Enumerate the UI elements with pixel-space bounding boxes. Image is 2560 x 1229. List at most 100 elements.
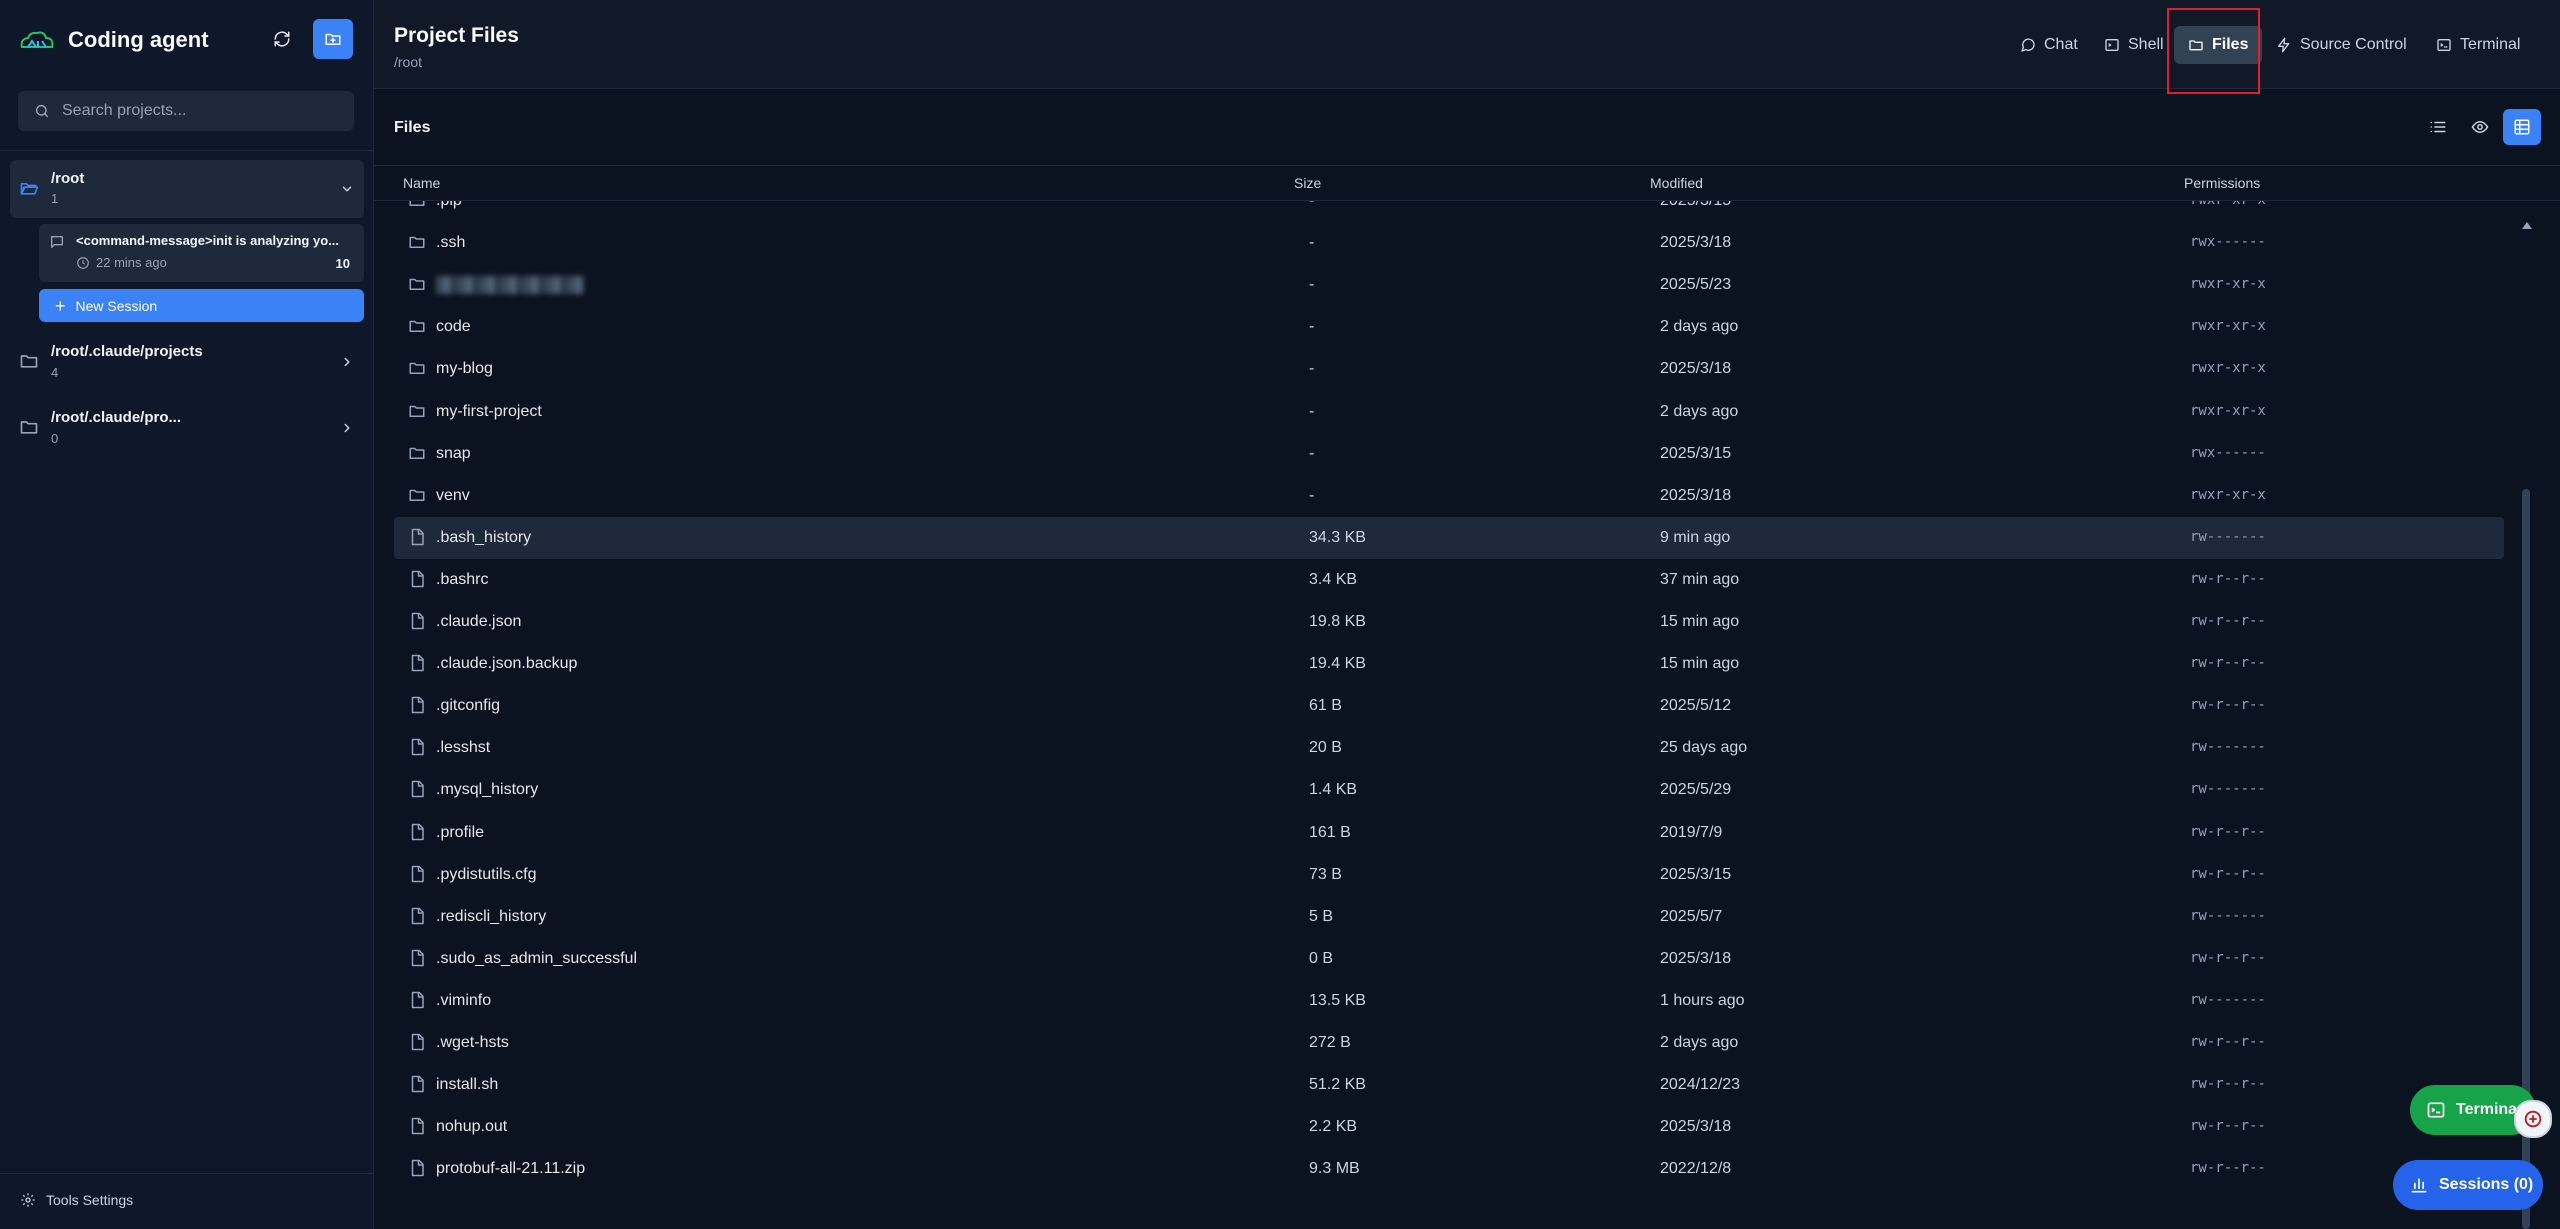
column-modified[interactable]: Modified — [1650, 175, 1703, 191]
table-header: Name Size Modified Permissions — [374, 166, 2560, 201]
redacted-name — [436, 276, 584, 295]
file-row[interactable]: .wget-hsts 272 B 2 days ago rw-r--r-- — [394, 1022, 2504, 1064]
folder-row[interactable]: .ssh - 2025/3/18 rwx------ — [394, 222, 2504, 264]
file-size: - — [1309, 234, 1315, 252]
new-project-button[interactable] — [313, 19, 353, 59]
scroll-up-icon[interactable] — [2522, 222, 2532, 229]
chevron-right-icon — [344, 423, 350, 433]
file-row[interactable]: .profile 161 B 2019/7/9 rw-r--r-- — [394, 812, 2504, 854]
search-projects[interactable] — [18, 91, 354, 131]
file-modified: 2025/3/15 — [1660, 201, 1731, 210]
file-size: 161 B — [1309, 823, 1351, 841]
folder-row[interactable]: my-blog - 2025/3/18 rwxr-xr-x — [394, 348, 2504, 390]
project-claude-projects[interactable]: /root/.claude/projects 4 — [10, 334, 364, 390]
file-permissions: rwxr-xr-x — [2190, 201, 2266, 208]
folder-plus-icon — [325, 33, 341, 45]
file-permissions: rw-r--r-- — [2190, 655, 2266, 672]
file-row[interactable]: .lesshst 20 B 25 days ago rw------- — [394, 727, 2504, 769]
folder-row[interactable]: my-first-project - 2 days ago rwxr-xr-x — [394, 391, 2504, 433]
clock-icon — [77, 256, 89, 269]
file-name: venv — [436, 486, 470, 504]
tab-chat[interactable]: Chat — [2016, 26, 2082, 64]
file-permissions: rw------- — [2190, 739, 2266, 756]
terminal-icon — [2427, 1102, 2445, 1118]
file-row[interactable]: install.sh 51.2 KB 2024/12/23 rw-r--r-- — [394, 1064, 2504, 1106]
file-icon — [408, 1159, 426, 1182]
tab-shell[interactable]: Shell — [2100, 26, 2168, 64]
file-row[interactable]: .bashrc 3.4 KB 37 min ago rw-r--r-- — [394, 559, 2504, 601]
file-permissions: rw-r--r-- — [2190, 949, 2266, 966]
file-row[interactable]: nohup.out 2.2 KB 2025/3/18 rw-r--r-- — [394, 1106, 2504, 1148]
assistant-badge-icon[interactable] — [2514, 1100, 2552, 1138]
column-name[interactable]: Name — [403, 175, 440, 191]
tab-label: Chat — [2044, 36, 2078, 53]
file-permissions: rwx------ — [2190, 234, 2266, 251]
project-root[interactable]: /root 1 — [10, 160, 364, 218]
refresh-button[interactable] — [262, 19, 302, 59]
search-icon — [35, 104, 49, 118]
file-permissions: rw------- — [2190, 528, 2266, 545]
file-permissions: rw-r--r-- — [2190, 1076, 2266, 1093]
file-row[interactable]: .pydistutils.cfg 73 B 2025/3/15 rw-r--r-- — [394, 854, 2504, 896]
file-row[interactable]: .claude.json 19.8 KB 15 min ago rw-r--r-- — [394, 601, 2504, 643]
file-name: .rediscli_history — [436, 907, 547, 925]
tab-label: Terminal — [2460, 36, 2521, 53]
folder-row[interactable]: code - 2 days ago rwxr-xr-x — [394, 306, 2504, 348]
list-view-button[interactable] — [2419, 109, 2457, 145]
file-size: 0 B — [1309, 949, 1334, 967]
session-item[interactable]: <command-message>init is analyzing yo...… — [39, 224, 364, 282]
file-name: .wget-hsts — [436, 1034, 509, 1051]
refresh-icon — [274, 31, 290, 47]
tab-source-control[interactable]: Source Control — [2272, 26, 2411, 64]
file-permissions: rwxr-xr-x — [2190, 402, 2266, 419]
column-size[interactable]: Size — [1294, 175, 1321, 191]
file-row[interactable]: .mysql_history 1.4 KB 2025/5/29 rw------- — [394, 769, 2504, 811]
project-claude-pro[interactable]: /root/.claude/pro... 0 — [10, 400, 364, 456]
project-session-count: 0 — [51, 431, 59, 446]
file-name: .pip — [436, 201, 462, 210]
gear-icon — [21, 1193, 35, 1207]
file-row[interactable]: .rediscli_history 5 B 2025/5/7 rw------- — [394, 896, 2504, 938]
chat-icon — [2021, 38, 2035, 52]
file-modified: 2025/3/18 — [1660, 486, 1732, 504]
file-row[interactable]: .bash_history 34.3 KB 9 min ago rw------- — [394, 516, 2504, 559]
sessions-button[interactable]: Sessions (0) — [2393, 1160, 2543, 1210]
tab-terminal[interactable]: Terminal — [2432, 26, 2524, 64]
eye-icon — [2471, 120, 2489, 134]
tools-settings-button[interactable]: Tools Settings — [20, 1192, 133, 1208]
file-row[interactable]: .viminfo 13.5 KB 1 hours ago rw------- — [394, 980, 2504, 1022]
preview-view-button[interactable] — [2461, 109, 2499, 145]
folder-row[interactable]: venv - 2025/3/18 rwxr-xr-x — [394, 475, 2504, 517]
tab-label: Source Control — [2300, 36, 2407, 53]
file-row[interactable]: .sudo_as_admin_successful 0 B 2025/3/18 rw-… — [394, 938, 2504, 980]
file-row[interactable]: .gitconfig 61 B 2025/5/12 rw-r--r-- — [394, 685, 2504, 727]
project-name: /root/.claude/projects — [51, 343, 203, 360]
file-size: 13.5 KB — [1309, 991, 1366, 1009]
folder-row[interactable]: - 2025/5/23 rwxr-xr-x — [394, 264, 2504, 306]
file-modified: 2022/12/8 — [1660, 1160, 1732, 1178]
file-icon — [408, 865, 426, 888]
tab-label: Shell — [2128, 36, 2164, 53]
scrollbar[interactable] — [2519, 222, 2533, 1229]
file-row[interactable]: .claude.json.backup 19.4 KB 15 min ago rw-r… — [394, 643, 2504, 685]
file-permissions: rw-r--r-- — [2190, 570, 2266, 587]
file-size: - — [1309, 360, 1315, 378]
column-permissions[interactable]: Permissions — [2184, 175, 2260, 191]
shell-icon — [2105, 39, 2119, 51]
search-input[interactable] — [60, 101, 344, 121]
file-modified: 37 min ago — [1660, 570, 1740, 588]
file-size: 51.2 KB — [1309, 1076, 1366, 1094]
folder-row[interactable]: .pip - 2025/3/15 rwxr-xr-x — [394, 201, 2504, 222]
file-size: 272 B — [1309, 1034, 1351, 1051]
file-name: nohup.out — [436, 1118, 508, 1136]
file-icon — [408, 570, 426, 593]
file-row[interactable]: protobuf-all-21.11.zip 9.3 MB 2022/12/8 rw-… — [394, 1148, 2504, 1190]
file-permissions: rw-r--r-- — [2190, 865, 2266, 882]
folder-row[interactable]: snap - 2025/3/15 rwx------ — [394, 433, 2504, 475]
bar-chart-icon — [2411, 1178, 2427, 1193]
session-time-text: 22 mins ago — [96, 255, 167, 270]
new-session-button[interactable]: + New Session — [39, 289, 364, 322]
file-icon — [408, 528, 426, 551]
table-view-button[interactable] — [2503, 109, 2541, 145]
file-icon — [408, 780, 426, 803]
